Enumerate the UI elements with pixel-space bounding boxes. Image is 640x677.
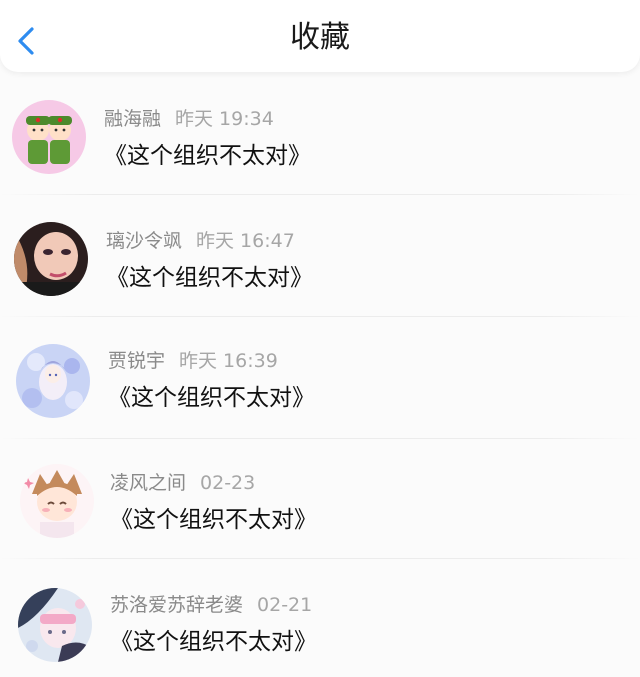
favorite-title: 《这个组织不太对》	[110, 629, 317, 655]
timestamp: 02-21	[257, 594, 313, 616]
timestamp: 昨天 19:34	[175, 108, 274, 130]
username[interactable]: 贾锐宇	[108, 350, 165, 372]
favorites-screen: 收藏 融海融 昨天 19:34 《这个组织不太对》 璃沙令飒 昨天 16:47 …	[0, 0, 640, 677]
timestamp: 02-23	[200, 472, 256, 494]
list-item[interactable]: 苏洛爱苏辞老婆 02-21 《这个组织不太对》	[0, 566, 640, 677]
favorite-title: 《这个组织不太对》	[110, 507, 317, 533]
top-bar: 收藏	[0, 0, 640, 72]
divider	[0, 316, 640, 317]
divider	[0, 194, 640, 195]
divider	[0, 558, 640, 559]
username[interactable]: 苏洛爱苏辞老婆	[110, 594, 243, 616]
username[interactable]: 凌风之间	[110, 472, 186, 494]
avatar[interactable]	[12, 100, 86, 174]
avatar[interactable]	[20, 464, 94, 538]
list-item[interactable]: 融海融 昨天 19:34 《这个组织不太对》	[0, 82, 640, 202]
divider	[0, 438, 640, 439]
list-item[interactable]: 贾锐宇 昨天 16:39 《这个组织不太对》	[0, 322, 640, 442]
timestamp: 昨天 16:39	[179, 350, 278, 372]
list-item[interactable]: 璃沙令飒 昨天 16:47 《这个组织不太对》	[0, 202, 640, 322]
timestamp: 昨天 16:47	[196, 230, 295, 252]
username[interactable]: 融海融	[104, 108, 161, 130]
page-title: 收藏	[290, 20, 350, 55]
avatar[interactable]	[16, 344, 90, 418]
avatar[interactable]	[18, 588, 92, 662]
username[interactable]: 璃沙令飒	[106, 230, 182, 252]
favorite-title: 《这个组织不太对》	[104, 143, 311, 169]
favorite-title: 《这个组织不太对》	[106, 265, 313, 291]
favorite-title: 《这个组织不太对》	[108, 385, 315, 411]
avatar[interactable]	[14, 222, 88, 296]
list-item[interactable]: 凌风之间 02-23 《这个组织不太对》	[0, 444, 640, 564]
